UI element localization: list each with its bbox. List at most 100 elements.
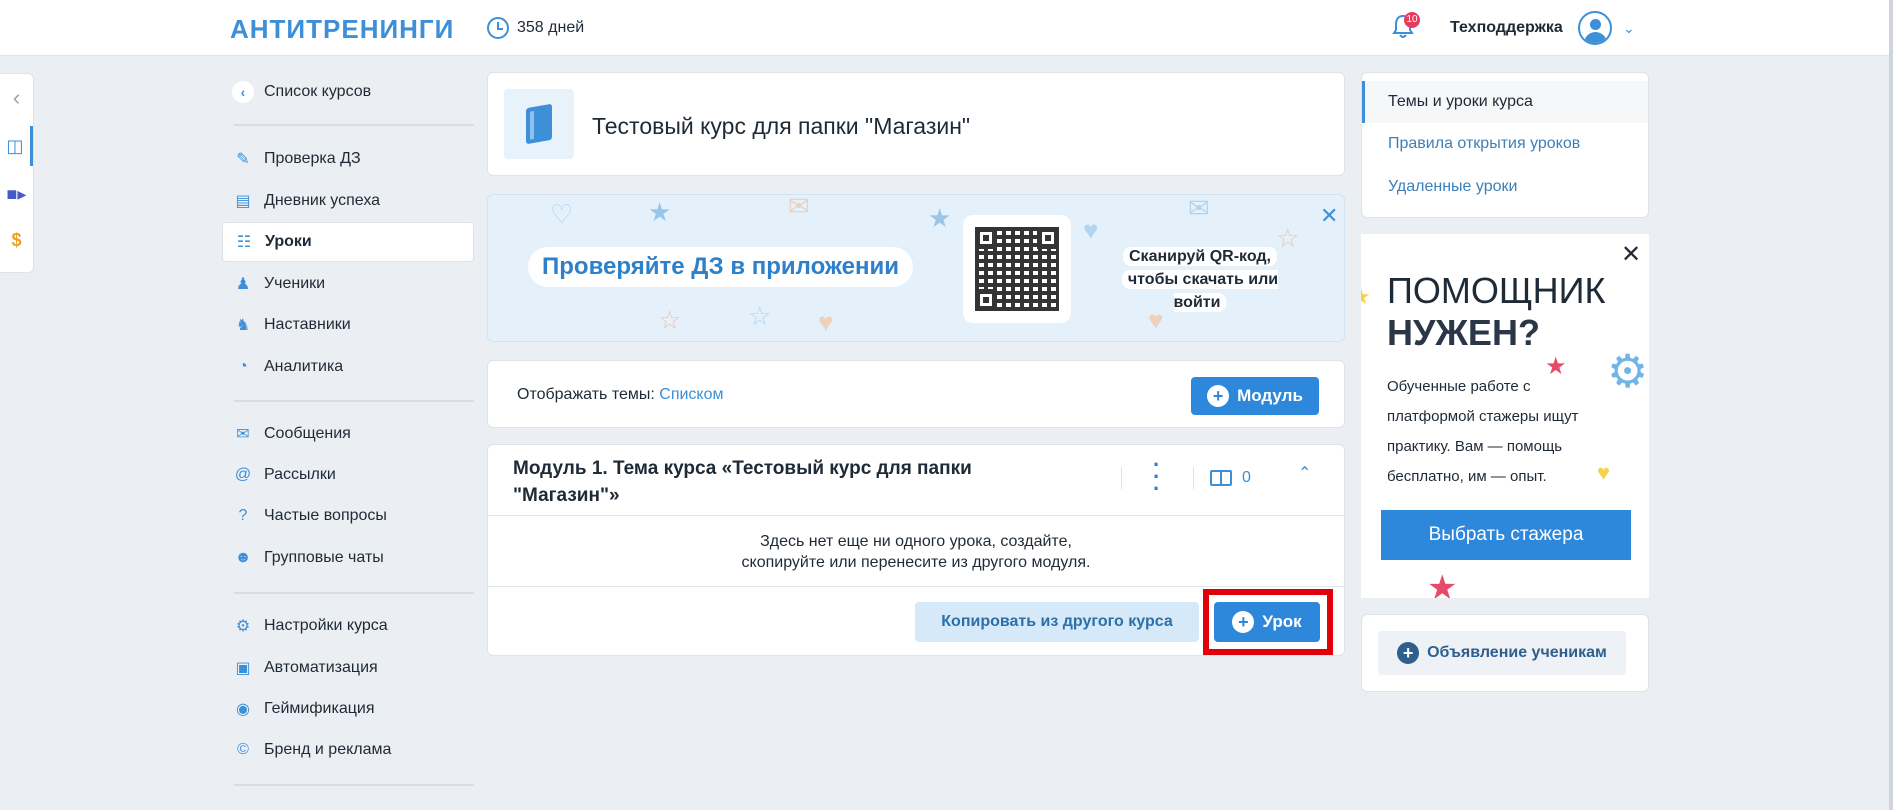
star-decor-icon: ★ bbox=[1361, 284, 1371, 310]
nav-item-topics[interactable]: Темы и уроки курса bbox=[1362, 81, 1648, 123]
add-module-button[interactable]: + Модуль bbox=[1191, 377, 1319, 415]
sidebar-item-diary[interactable]: ▤ Дневник успеха bbox=[222, 181, 474, 221]
notifications-badge: 10 bbox=[1404, 12, 1420, 28]
gamepad-icon: ◉ bbox=[236, 701, 250, 718]
ad-title-line2: НУЖЕН? bbox=[1387, 312, 1540, 353]
plus-icon: + bbox=[1397, 642, 1420, 664]
sidebar-divider bbox=[234, 592, 474, 594]
assistant-ad: ★ ✕ ПОМОЩНИК НУЖЕН? ★ ⚙ Обученные работе… bbox=[1361, 234, 1649, 598]
support-label[interactable]: Техподдержка bbox=[1450, 19, 1563, 37]
sidebar-item-homework[interactable]: ✎ Проверка ДЗ bbox=[222, 139, 474, 179]
sidebar-item-messages[interactable]: ✉ Сообщения bbox=[222, 414, 474, 454]
banner-headline: Проверяйте ДЗ в приложении bbox=[528, 247, 913, 287]
app-promo-banner[interactable]: ♡ ★ ★ ☆ ☆ ♥ ✉ ✉ ☆ ♥ ♥ Проверяйте ДЗ в пр… bbox=[487, 194, 1345, 342]
envelope-decor-icon: ✉ bbox=[788, 194, 810, 221]
group-chat-icon: ☻ bbox=[234, 549, 252, 566]
logo[interactable]: АНТИТРЕНИНГИ bbox=[230, 14, 454, 45]
course-sections-nav: Темы и уроки курса Правила открытия урок… bbox=[1361, 72, 1649, 218]
collapse-chevron-icon[interactable]: ‹ bbox=[0, 78, 33, 118]
sidebar-item-brand[interactable]: © Бренд и реклама bbox=[222, 730, 474, 770]
more-vertical-icon[interactable]: · · · bbox=[1153, 454, 1160, 500]
star-decor-icon: ☆ bbox=[748, 301, 772, 331]
add-lesson-label: Урок bbox=[1262, 612, 1302, 631]
sidebar-item-label: Автоматизация bbox=[264, 659, 378, 676]
courses-rail-icon[interactable]: ◫ bbox=[0, 126, 33, 166]
ad-text: Обученные работе с платформой стажеры ищ… bbox=[1387, 378, 1579, 485]
envelope-decor-icon: ✉ bbox=[1188, 194, 1210, 223]
nav-item-open-rules[interactable]: Правила открытия уроков bbox=[1362, 123, 1648, 165]
chat-icon: ✉ bbox=[236, 426, 250, 443]
sidebar-item-students[interactable]: ♟ Ученики bbox=[222, 264, 474, 304]
close-icon[interactable]: ✕ bbox=[1320, 203, 1338, 229]
sidebar-item-label: Групповые чаты bbox=[264, 549, 384, 566]
gear-icon: ⚙ bbox=[235, 618, 251, 635]
sidebar-item-course-settings[interactable]: ⚙ Настройки курса bbox=[222, 606, 474, 646]
banner-scan-text: Сканируй QR-код, чтобы скачать или войти bbox=[1100, 245, 1300, 314]
sidebar-item-label: Настройки курса bbox=[264, 617, 388, 634]
ad-title-line1: ПОМОЩНИК bbox=[1387, 270, 1606, 311]
icon-rail: ‹ ◫ ■▸ $ bbox=[0, 73, 34, 273]
module-card: Модуль 1. Тема курса «Тестовый курс для … bbox=[487, 444, 1345, 656]
star-decor-icon: ★ bbox=[1427, 569, 1458, 598]
sidebar-item-analytics[interactable]: ◔ Аналитика bbox=[222, 347, 474, 387]
page-scrollbar[interactable] bbox=[1889, 0, 1893, 810]
notifications-button[interactable]: 10 bbox=[1392, 12, 1420, 40]
top-bar: АНТИТРЕНИНГИ 358 дней 10 Техподдержка ⌄ bbox=[0, 0, 1893, 56]
add-lesson-button[interactable]: + Урок bbox=[1214, 602, 1320, 642]
module-title[interactable]: Модуль 1. Тема курса «Тестовый курс для … bbox=[513, 455, 1033, 509]
sidebar-item-label: Наставники bbox=[264, 316, 351, 333]
course-header: Тестовый курс для папки "Магазин" bbox=[487, 72, 1345, 176]
robot-icon: ▣ bbox=[235, 660, 251, 677]
plus-icon: + bbox=[1232, 611, 1255, 633]
divider bbox=[488, 586, 1344, 587]
display-mode-select[interactable]: Списком bbox=[659, 386, 723, 403]
banner-scan-line1: Сканируй QR-код, bbox=[1123, 247, 1277, 266]
sidebar-item-gamification[interactable]: ◉ Геймификация bbox=[222, 689, 474, 729]
banner-scan-line2: чтобы скачать или войти bbox=[1121, 270, 1279, 312]
book-icon: ☷ bbox=[236, 234, 252, 251]
qr-code bbox=[963, 215, 1071, 323]
diary-icon: ▤ bbox=[235, 193, 251, 210]
avatar[interactable] bbox=[1578, 11, 1612, 45]
display-mode-caption: Отображать темы: bbox=[517, 386, 655, 403]
pie-chart-icon: ◔ bbox=[238, 358, 248, 375]
sidebar-item-mailings[interactable]: @ Рассылки bbox=[222, 455, 474, 495]
copyright-icon: © bbox=[237, 741, 249, 758]
sidebar-item-faq[interactable]: ? Частые вопросы bbox=[222, 496, 474, 536]
sidebar-item-automation[interactable]: ▣ Автоматизация bbox=[222, 648, 474, 688]
sidebar-item-label: Уроки bbox=[265, 233, 312, 250]
add-module-label: Модуль bbox=[1237, 386, 1303, 405]
module-empty-message: Здесь нет еще ни одного урока, создайте,… bbox=[488, 531, 1344, 573]
choose-intern-button[interactable]: Выбрать стажера bbox=[1381, 510, 1631, 560]
days-label: 358 дней bbox=[517, 19, 585, 36]
empty-line1: Здесь нет еще ни одного урока, создайте, bbox=[760, 533, 1072, 550]
sidebar-divider bbox=[234, 124, 474, 126]
dollar-rail-icon[interactable]: $ bbox=[0, 220, 33, 260]
copy-from-course-button[interactable]: Копировать из другого курса bbox=[915, 602, 1199, 642]
sidebar-item-label: Рассылки bbox=[264, 466, 336, 483]
sidebar-item-label: Бренд и реклама bbox=[264, 741, 392, 758]
sidebar-item-label: Дневник успеха bbox=[264, 192, 381, 209]
book-icon bbox=[1210, 470, 1232, 486]
sidebar-item-lessons[interactable]: ☷ Уроки bbox=[222, 222, 474, 262]
empty-line2: скопируйте или перенесите из другого мод… bbox=[741, 554, 1091, 571]
student-announcement-button[interactable]: + Объявление ученикам bbox=[1378, 631, 1626, 675]
question-icon: ? bbox=[238, 507, 248, 524]
sidebar-back-to-courses[interactable]: ‹ Список курсов bbox=[222, 72, 474, 112]
divider bbox=[1121, 467, 1122, 489]
video-rail-icon[interactable]: ■▸ bbox=[0, 174, 33, 214]
sidebar-item-mentors[interactable]: ♞ Наставники bbox=[222, 305, 474, 345]
sidebar-item-label: Частые вопросы bbox=[264, 507, 387, 524]
star-decor-icon: ★ bbox=[648, 197, 672, 227]
star-decor-icon: ★ bbox=[928, 203, 952, 233]
sidebar-item-group-chats[interactable]: ☻ Групповые чаты bbox=[222, 538, 474, 578]
edit-icon: ✎ bbox=[236, 151, 250, 168]
sidebar-item-label: Ученики bbox=[264, 275, 326, 292]
lessons-count-value: 0 bbox=[1242, 469, 1251, 486]
heart-decor-icon: ♥ bbox=[1597, 460, 1611, 485]
divider bbox=[1193, 467, 1194, 489]
chevron-down-icon[interactable]: ⌄ bbox=[1623, 20, 1635, 37]
chevron-up-icon[interactable]: ⌃ bbox=[1298, 463, 1311, 483]
nav-item-deleted-lessons[interactable]: Удаленные уроки bbox=[1362, 166, 1648, 208]
close-icon[interactable]: ✕ bbox=[1621, 240, 1641, 269]
